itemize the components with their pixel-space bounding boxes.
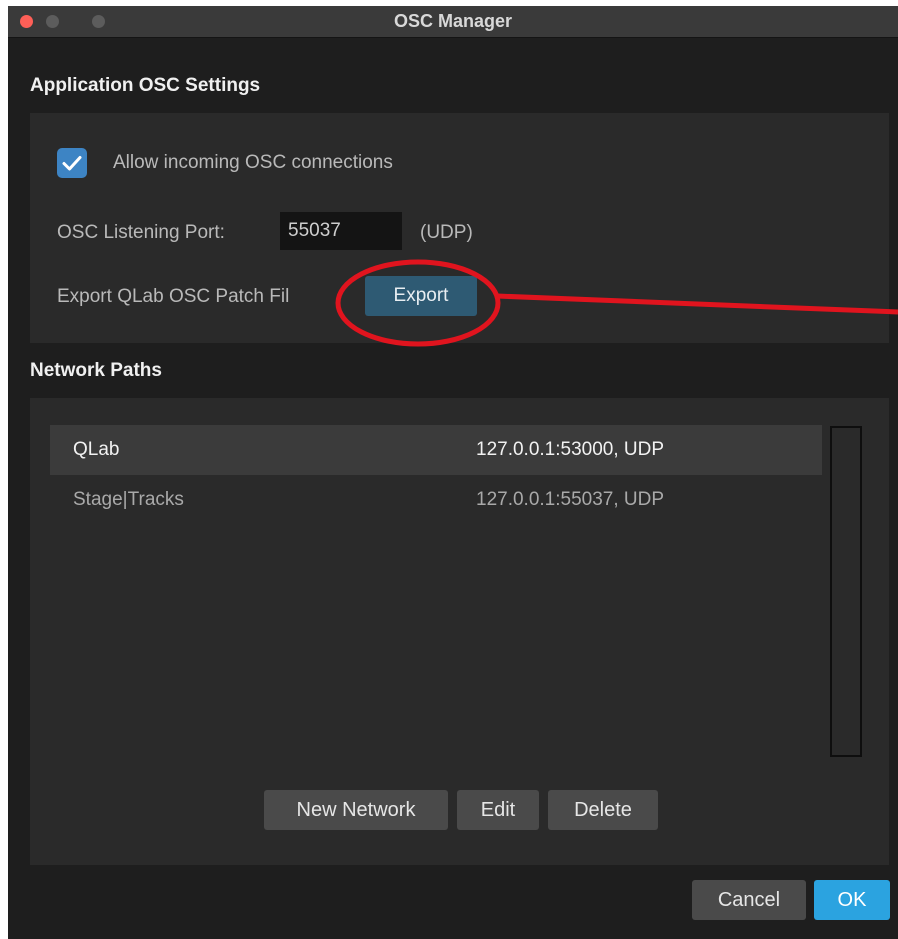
port-protocol-label: (UDP) <box>420 222 473 243</box>
port-label: OSC Listening Port: <box>57 222 225 243</box>
network-paths-heading: Network Paths <box>30 360 162 381</box>
export-patch-label: Export QLab OSC Patch Fil <box>57 286 290 307</box>
table-row[interactable]: Stage|Tracks 127.0.0.1:55037, UDP <box>50 475 822 525</box>
network-name: Stage|Tracks <box>73 489 184 510</box>
ok-button[interactable]: OK <box>814 880 890 920</box>
list-scrollbar[interactable] <box>830 426 862 757</box>
table-row[interactable]: QLab 127.0.0.1:53000, UDP <box>50 425 822 475</box>
cancel-button[interactable]: Cancel <box>692 880 806 920</box>
network-paths-list[interactable]: QLab 127.0.0.1:53000, UDP Stage|Tracks 1… <box>50 420 822 760</box>
port-input[interactable]: 55037 <box>280 212 402 250</box>
delete-button[interactable]: Delete <box>548 790 658 830</box>
title-bar[interactable]: OSC Manager <box>8 6 898 38</box>
allow-incoming-label: Allow incoming OSC connections <box>113 152 393 173</box>
edit-button[interactable]: Edit <box>457 790 539 830</box>
allow-incoming-checkbox[interactable] <box>57 148 87 178</box>
network-address: 127.0.0.1:53000, UDP <box>476 439 665 460</box>
network-address: 127.0.0.1:55037, UDP <box>476 489 665 510</box>
network-name: QLab <box>73 439 120 460</box>
export-button[interactable]: Export <box>365 276 477 316</box>
window-title: OSC Manager <box>393 11 513 31</box>
checkmark-icon <box>62 156 82 171</box>
new-network-button[interactable]: New Network <box>264 790 448 830</box>
app-settings-heading: Application OSC Settings <box>30 75 261 96</box>
